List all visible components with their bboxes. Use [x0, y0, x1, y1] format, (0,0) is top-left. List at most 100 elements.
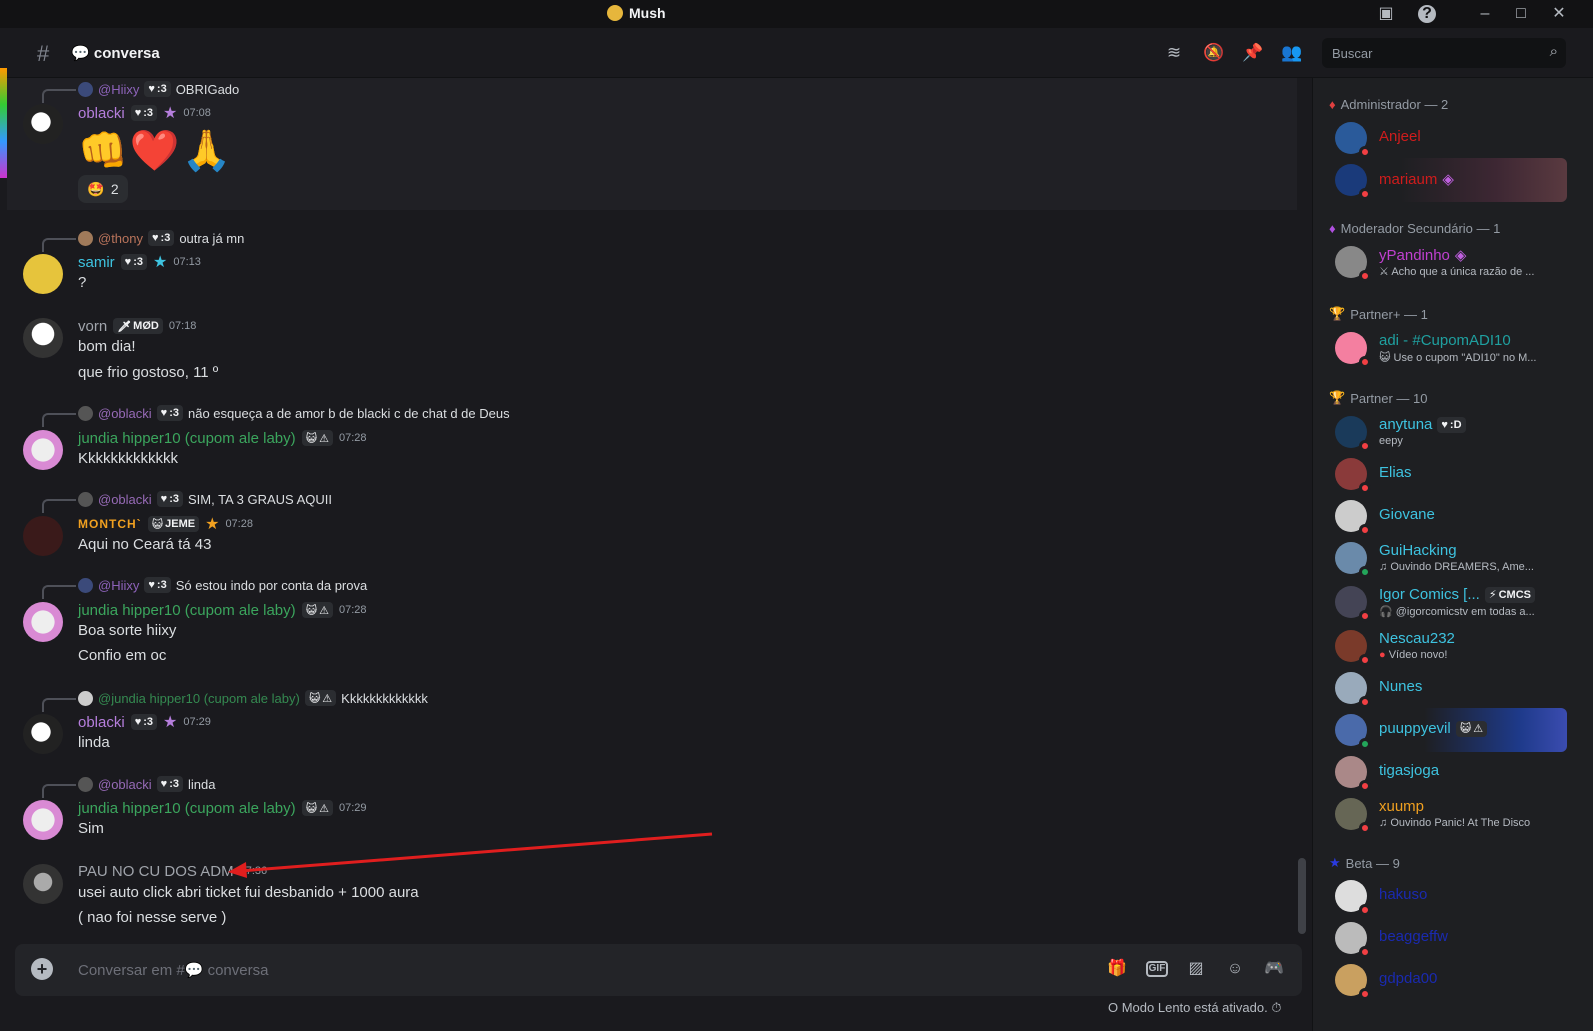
member-item[interactable]: anytuna ♥ :D eepy — [1329, 410, 1567, 454]
member-item[interactable]: Elias — [1329, 452, 1567, 496]
avatar[interactable] — [23, 318, 63, 358]
reply-text: linda — [187, 776, 216, 792]
role-icon: ★ — [1329, 855, 1341, 870]
help-icon[interactable]: ? — [1418, 5, 1436, 23]
member-activity: ♫ Ouvindo Panic! At The Disco — [1379, 817, 1531, 829]
trophy-icon: 🏆 — [1329, 306, 1346, 321]
member-item[interactable]: Anjeel — [1329, 116, 1567, 160]
reply-reference[interactable]: @Hiixy ♥ :3 OBRIGado — [42, 81, 240, 103]
reply-avatar — [78, 230, 93, 246]
reaction[interactable]: 🤩 2 — [78, 175, 128, 203]
username[interactable]: oblacki — [78, 105, 125, 122]
member-item[interactable]: hakuso — [1329, 874, 1567, 918]
avatar[interactable] — [23, 516, 63, 556]
reply-avatar — [78, 491, 93, 507]
member-item[interactable]: Nescau232 ● Vídeo novo! — [1329, 624, 1567, 668]
message-list[interactable]: @Hiixy ♥ :3 OBRIGado oblacki ♥ :3 ★ 07:0… — [7, 78, 1310, 1031]
message-header: MONTCH` 😺 JEME ★ 07:28 — [78, 514, 253, 534]
username[interactable]: samir — [78, 254, 115, 271]
emoji-icon[interactable]: ☺ — [1224, 958, 1246, 980]
message[interactable]: @oblacki ♥ :3 não esqueça a de amor b de… — [7, 404, 1297, 474]
reply-author[interactable]: @Hiixy — [98, 578, 139, 593]
member-item[interactable]: beaggeffw — [1329, 916, 1567, 960]
title-bar: Mush ▣ ? – □ ✕ — [0, 0, 1593, 28]
reply-reference[interactable]: @thony ♥ :3 outra já mn — [42, 230, 245, 252]
apps-icon[interactable]: 🎮 — [1263, 958, 1285, 980]
member-item[interactable]: mariaum ◈ — [1329, 158, 1567, 202]
notifications-muted-icon[interactable]: 🔕 — [1203, 43, 1224, 63]
message[interactable]: vorn 🗡 MØD 07:18 bom dia! que frio gosto… — [7, 314, 1297, 388]
reply-author[interactable]: @oblacki — [98, 406, 152, 421]
avatar[interactable] — [23, 714, 63, 754]
timer-icon: ⏱ — [1271, 1000, 1282, 1015]
avatar[interactable] — [23, 800, 63, 840]
message[interactable]: @oblacki ♥ :3 SIM, TA 3 GRAUS AQUII MONT… — [7, 490, 1297, 560]
reply-reference[interactable]: @Hiixy ♥ :3 Só estou indo por conta da p… — [42, 577, 367, 599]
gif-icon[interactable]: GIF — [1146, 961, 1168, 977]
member-item[interactable]: gdpda00 — [1329, 958, 1567, 1002]
scrollbar-thumb[interactable] — [1298, 858, 1306, 934]
member-item[interactable]: puuppyevil 😺 ⚠ — [1329, 708, 1567, 752]
member-item[interactable]: Giovane — [1329, 494, 1567, 538]
member-item[interactable]: GuiHacking ♫ Ouvindo DREAMERS, Ame... — [1329, 536, 1567, 580]
discord-app: Mush ▣ ? – □ ✕ # 💬 conversa ≋ 🔕 📌 👥 Busc… — [0, 0, 1593, 1031]
member-list[interactable]: ♦ Administrador — 2 Anjeel mariaum ◈ ♦ Mode… — [1312, 78, 1593, 1031]
reply-author[interactable]: @oblacki — [98, 777, 152, 792]
reply-author[interactable]: @thony — [98, 231, 143, 246]
threads-icon[interactable]: ≋ — [1164, 43, 1184, 63]
reply-author[interactable]: @jundia hipper10 (cupom ale laby) — [98, 691, 300, 706]
avatar[interactable] — [23, 602, 63, 642]
member-list-icon[interactable]: 👥 — [1281, 43, 1302, 63]
reply-author[interactable]: @oblacki — [98, 492, 152, 507]
username[interactable]: MONTCH` — [78, 517, 142, 531]
sticker-icon[interactable]: ▨ — [1185, 958, 1207, 980]
message-composer[interactable]: + Conversar em #💬 conversa 🎁 GIF ▨ ☺ 🎮 — [15, 944, 1302, 996]
message[interactable]: @Hiixy ♥ :3 OBRIGado oblacki ♥ :3 ★ 07:0… — [7, 78, 1297, 210]
nitro-icon: ◈ — [1442, 171, 1454, 188]
username[interactable]: vorn — [78, 318, 107, 335]
minimize-icon[interactable]: – — [1474, 4, 1496, 24]
reply-text: outra já mn — [179, 230, 245, 246]
reply-reference[interactable]: @oblacki ♥ :3 linda — [42, 776, 216, 798]
timestamp: 07:28 — [225, 518, 253, 530]
gift-icon[interactable]: 🎁 — [1106, 958, 1128, 980]
search-input[interactable]: Buscar ⌕ — [1322, 38, 1566, 68]
reply-reference[interactable]: @jundia hipper10 (cupom ale laby) 😺 ⚠ Kk… — [42, 690, 428, 712]
inbox-icon[interactable]: ▣ — [1375, 4, 1397, 24]
user-tag: ♥ :3 — [144, 81, 171, 97]
maximize-icon[interactable]: □ — [1510, 4, 1532, 24]
message-header: jundia hipper10 (cupom ale laby) 😺 ⚠ 07:… — [78, 600, 367, 620]
message[interactable]: @thony ♥ :3 outra já mn samir ♥ :3 ★ 07:… — [7, 228, 1297, 298]
close-icon[interactable]: ✕ — [1548, 4, 1570, 24]
member-item[interactable]: tigasjoga — [1329, 750, 1567, 794]
hash-icon: # — [37, 41, 50, 66]
member-item[interactable]: xuump ♫ Ouvindo Panic! At The Disco — [1329, 792, 1567, 836]
message-text: ? — [78, 274, 87, 291]
message[interactable]: @Hiixy ♥ :3 Só estou indo por conta da p… — [7, 576, 1297, 672]
avatar[interactable] — [23, 864, 63, 904]
member-item[interactable]: Nunes — [1329, 666, 1567, 710]
reply-reference[interactable]: @oblacki ♥ :3 não esqueça a de amor b de… — [42, 405, 510, 427]
avatar[interactable] — [23, 104, 63, 144]
member-item[interactable]: yPandinho ◈ ⚔ Acho que a única razão de ..… — [1329, 240, 1567, 284]
message[interactable]: @jundia hipper10 (cupom ale laby) 😺 ⚠ Kk… — [7, 688, 1297, 758]
message[interactable]: PAU NO CU DOS ADM 07:36 usei auto click … — [7, 860, 1297, 934]
message-text: Boa sorte hiixy — [78, 622, 177, 639]
username[interactable]: PAU NO CU DOS ADM — [78, 863, 234, 880]
member-item[interactable]: adi - #CupomADI10 😺 Use o cupom "ADI10" n… — [1329, 326, 1567, 370]
username[interactable]: jundia hipper10 (cupom ale laby) — [78, 800, 296, 817]
avatar[interactable] — [23, 254, 63, 294]
reply-text: OBRIGado — [175, 81, 240, 97]
message[interactable]: @oblacki ♥ :3 linda jundia hipper10 (cup… — [7, 774, 1297, 844]
pin-icon[interactable]: 📌 — [1242, 43, 1263, 63]
username[interactable]: oblacki — [78, 714, 125, 731]
avatar[interactable] — [23, 430, 63, 470]
member-item[interactable]: Igor Comics [... ⚡ CMCS 🎧 @igorcomicstv em… — [1329, 580, 1567, 624]
username[interactable]: jundia hipper10 (cupom ale laby) — [78, 430, 296, 447]
status-dnd — [1359, 270, 1371, 282]
reply-reference[interactable]: @oblacki ♥ :3 SIM, TA 3 GRAUS AQUII — [42, 491, 332, 513]
add-attachment-icon[interactable]: + — [31, 958, 53, 980]
username[interactable]: jundia hipper10 (cupom ale laby) — [78, 602, 296, 619]
reply-text: Kkkkkkkkkkkkk — [341, 690, 428, 706]
reply-author[interactable]: @Hiixy — [98, 82, 139, 97]
